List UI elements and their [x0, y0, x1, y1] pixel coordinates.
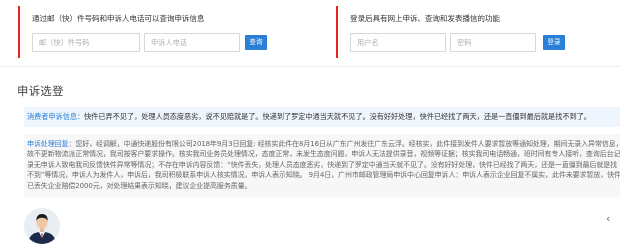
- password-input[interactable]: 密码: [450, 33, 536, 52]
- reply-message: 申诉处理回复：您好，经调解，中通快递股份有限公司2018年9月3日回复: 经核实…: [24, 134, 620, 197]
- login-button[interactable]: 登录: [543, 35, 565, 50]
- section-title: 申诉选登: [17, 84, 64, 98]
- header-divider: [0, 66, 620, 67]
- query-button[interactable]: 查询: [245, 35, 267, 50]
- person-avatar-icon: [24, 208, 60, 244]
- login-panel: 登录后具有网上申诉、查询和发表播信的功能 用户名 密码 登录: [336, 6, 620, 58]
- complaint-text: 快件已弄不见了，处理人员态度恶劣，说不见赔就是了。快递到了罗定中通当天就不见了。…: [84, 112, 591, 121]
- username-input[interactable]: 用户名: [350, 33, 446, 52]
- query-by-waybill-panel: 通过邮（快）件号码和申诉人电话可以查询申诉信息 邮（快）件号码 申诉人电话 查询: [18, 6, 308, 58]
- query-panel-title: 通过邮（快）件号码和申诉人电话可以查询申诉信息: [32, 14, 205, 23]
- complaint-line: 消费者申诉信息：快件已弄不见了，处理人员态度恶劣，说不见赔就是了。快递到了罗定中…: [27, 112, 591, 122]
- reply-body: 申诉处理回复：您好，经调解，中通快递股份有限公司2018年9月3日回复: 经核实…: [27, 139, 620, 191]
- reply-text: 您好，经调解，中通快递股份有限公司2018年9月3日回复: 经核实此件在8月16…: [27, 140, 620, 190]
- reply-label: 申诉处理回复：: [27, 140, 76, 148]
- complaint-label: 消费者申诉信息：: [27, 112, 85, 121]
- complaint-message: 消费者申诉信息：快件已弄不见了，处理人员态度恶劣，说不见赔就是了。快递到了罗定中…: [24, 107, 620, 127]
- chevron-left-icon[interactable]: ‹: [606, 212, 610, 225]
- avatar-graphic: [24, 208, 60, 244]
- waybill-number-input[interactable]: 邮（快）件号码: [32, 33, 140, 52]
- complainant-phone-input[interactable]: 申诉人电话: [144, 33, 240, 52]
- login-panel-title: 登录后具有网上申诉、查询和发表播信的功能: [350, 14, 500, 23]
